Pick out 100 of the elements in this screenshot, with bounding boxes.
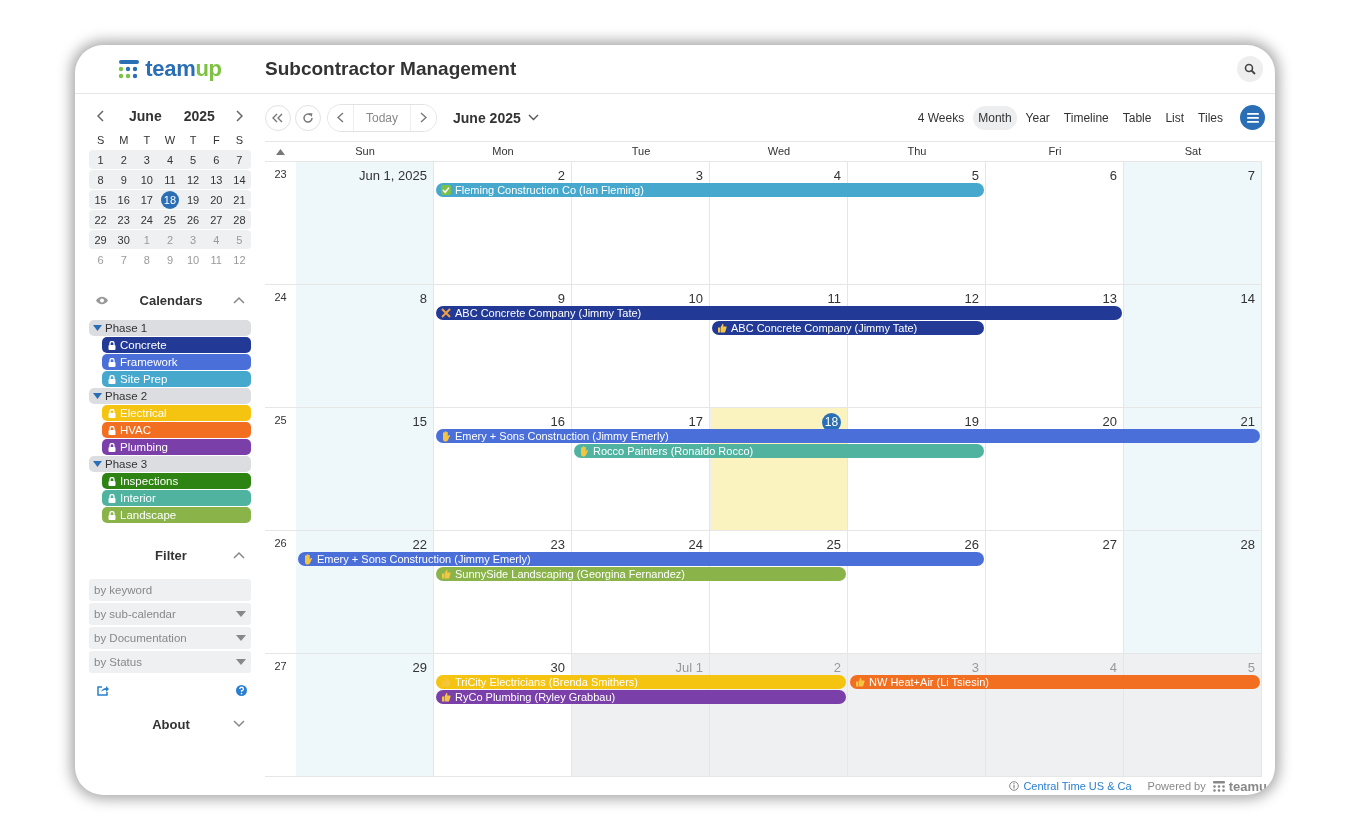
day-number[interactable]: Jun 1, 2025 (359, 167, 427, 184)
day-number[interactable]: 22 (412, 536, 427, 553)
date-cell[interactable]: 15 (91, 190, 110, 209)
view-tab[interactable]: Tiles (1193, 105, 1228, 130)
date-cell[interactable]: 8 (91, 170, 110, 189)
date-cell[interactable]: 1 (91, 150, 110, 169)
date-cell[interactable]: 12 (184, 170, 203, 189)
date-cell[interactable]: 26 (184, 210, 203, 229)
thumbs-up-icon (855, 677, 865, 687)
view-tab[interactable]: Month (973, 105, 1017, 130)
chevron-left-icon (337, 112, 344, 123)
sub-calendar-item[interactable]: Inspections (102, 473, 251, 489)
day-number[interactable]: 30 (550, 659, 565, 676)
chevron-right-icon[interactable] (235, 110, 243, 122)
date-cell[interactable]: 29 (91, 230, 110, 249)
date-cell[interactable]: 27 (207, 210, 226, 229)
collapse-icon[interactable] (276, 148, 285, 155)
date-cell[interactable]: 25 (161, 210, 179, 229)
day-number[interactable]: 19 (964, 413, 979, 430)
view-tab[interactable]: Year (1020, 105, 1055, 130)
day-number[interactable]: 14 (1240, 290, 1255, 307)
day-number[interactable]: 6 (1109, 167, 1117, 184)
view-tab[interactable]: List (1160, 105, 1190, 130)
sub-calendar-item[interactable]: Concrete (102, 337, 251, 353)
date-cell[interactable]: 3 (137, 150, 156, 169)
day-number[interactable]: 5 (971, 167, 979, 184)
date-cell[interactable]: 11 (161, 170, 179, 189)
view-tab[interactable]: Timeline (1058, 105, 1114, 130)
search-button[interactable] (1237, 56, 1263, 82)
day-number[interactable]: 25 (826, 536, 841, 553)
hand-icon (441, 430, 451, 442)
help-icon[interactable] (236, 685, 247, 696)
day-number[interactable]: 4 (833, 167, 841, 184)
collapse-sidebar-button[interactable] (265, 104, 291, 131)
day-number[interactable]: 26 (964, 536, 979, 553)
date-cell[interactable]: 9 (114, 170, 133, 189)
menu-button[interactable] (1240, 105, 1265, 130)
day-number[interactable]: 2 (557, 167, 565, 184)
day-number[interactable]: 29 (412, 659, 427, 676)
view-tab[interactable]: 4 Weeks (912, 105, 970, 130)
date-cell[interactable]: 16 (114, 190, 133, 209)
day-number[interactable]: 20 (1102, 413, 1117, 430)
date-cell[interactable]: 22 (91, 210, 110, 229)
date-cell[interactable]: 7 (230, 150, 249, 169)
date-cell[interactable]: 6 (207, 150, 226, 169)
day-number[interactable]: 12 (964, 290, 979, 307)
date-cell[interactable]: 14 (230, 170, 249, 189)
day-number[interactable]: 17 (688, 413, 703, 430)
sub-calendar-item[interactable]: Framework (102, 354, 251, 370)
timezone-link[interactable]: Central Time US & Ca (1023, 780, 1132, 792)
date-cell[interactable]: 21 (230, 190, 249, 209)
event-bar[interactable]: ABC Concrete Company (Jimmy Tate) (712, 321, 984, 335)
day-number[interactable]: 10 (688, 290, 703, 307)
day-number[interactable]: 21 (1240, 413, 1255, 430)
view-tab[interactable]: Table (1117, 105, 1157, 130)
date-cell[interactable]: 2 (114, 150, 133, 169)
day-number[interactable]: 16 (550, 413, 565, 430)
period-dropdown[interactable]: June 2025 (447, 108, 545, 127)
chevron-icon[interactable] (233, 720, 245, 728)
day-number[interactable]: 8 (419, 290, 427, 307)
day-number[interactable]: 9 (557, 290, 565, 307)
date-cell[interactable]: 20 (207, 190, 226, 209)
day-number[interactable]: 13 (1102, 290, 1117, 307)
sub-calendar-item[interactable]: Plumbing (102, 439, 251, 455)
share-icon[interactable] (97, 685, 109, 696)
event-bar[interactable]: Emery + Sons Construction (Jimmy Emerly) (436, 429, 1260, 443)
day-number[interactable]: 24 (688, 536, 703, 553)
event-bar[interactable]: ABC Concrete Company (Jimmy Tate) (436, 306, 1122, 320)
keyword-field[interactable]: by keyword (89, 579, 251, 601)
calendar-group[interactable]: Phase 1 (89, 320, 251, 336)
day-number[interactable]: 11 (827, 290, 841, 307)
logo-icon (118, 59, 141, 79)
calendar-group[interactable]: Phase 2 (89, 388, 251, 404)
day-number[interactable]: 7 (1247, 167, 1255, 184)
day-number[interactable]: 28 (1240, 536, 1255, 553)
chevron-left-icon[interactable] (97, 110, 105, 122)
day-number[interactable]: 27 (1102, 536, 1117, 553)
day-number[interactable]: 23 (550, 536, 565, 553)
chevron-icon[interactable] (233, 296, 245, 304)
event-bar[interactable]: RyCo Plumbing (Ryley Grabbau) (436, 690, 846, 704)
chevron-icon[interactable] (233, 551, 245, 559)
eye-icon[interactable] (95, 295, 109, 305)
lock-icon (108, 425, 116, 435)
date-cell[interactable]: 28 (230, 210, 249, 229)
date-cell[interactable]: 24 (137, 210, 156, 229)
date-cell[interactable]: 4 (161, 150, 179, 169)
date-cell[interactable]: 23 (114, 210, 133, 229)
date-cell[interactable]: 5 (184, 150, 203, 169)
date-cell[interactable]: 13 (207, 170, 226, 189)
calendar-group[interactable]: Phase 3 (89, 456, 251, 472)
date-cell[interactable]: 17 (137, 190, 156, 209)
date-cell[interactable]: 18 (161, 190, 179, 209)
refresh-button[interactable] (295, 104, 321, 131)
day-number[interactable]: 3 (695, 167, 703, 184)
today-button[interactable]: Today (353, 104, 412, 131)
date-cell[interactable]: 10 (137, 170, 156, 189)
date-cell[interactable]: 30 (114, 230, 133, 249)
event-bar[interactable]: Emery + Sons Construction (Jimmy Emerly) (298, 552, 984, 566)
date-cell[interactable]: 19 (184, 190, 203, 209)
day-number[interactable]: 15 (412, 413, 427, 430)
